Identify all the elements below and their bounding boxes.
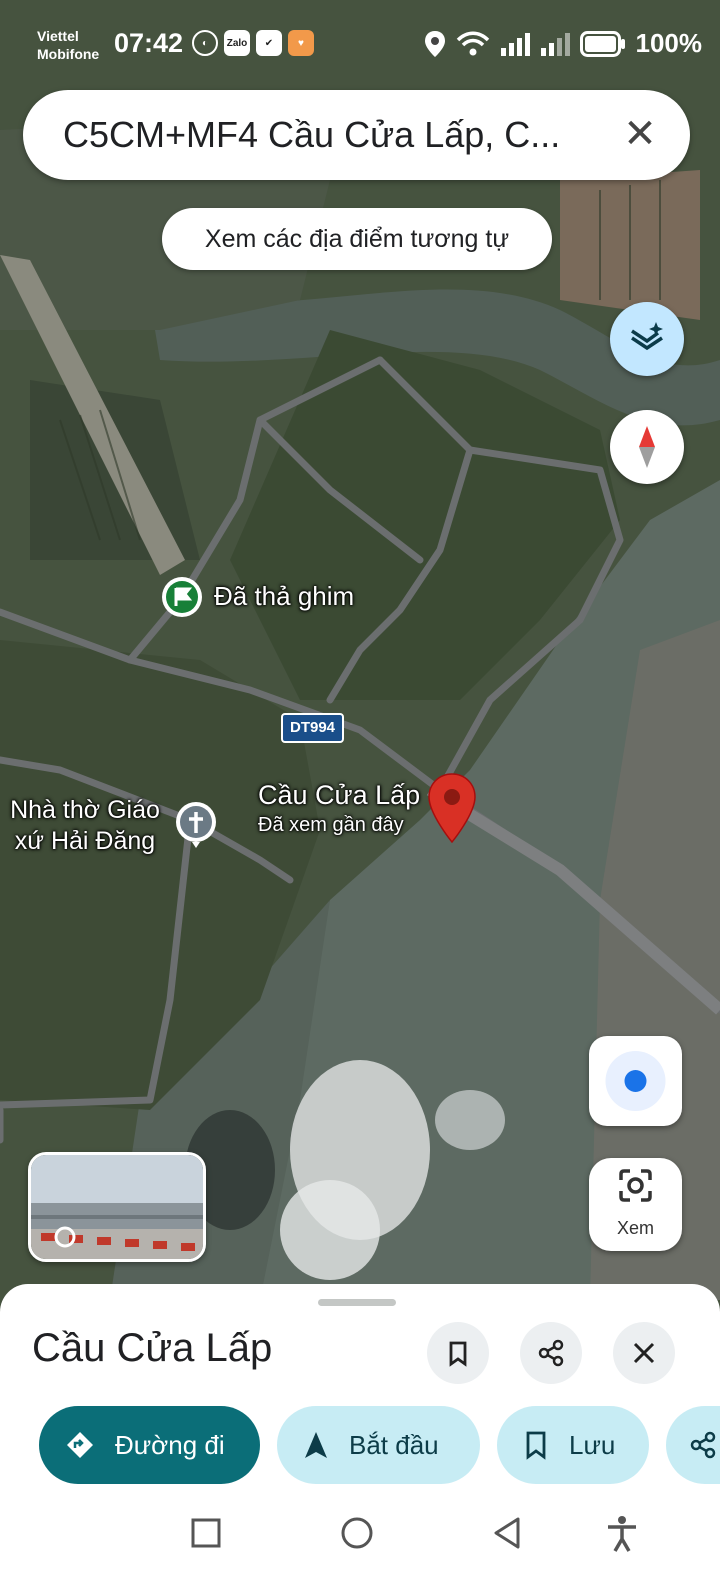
church-label[interactable]: Nhà thờ Giáo xứ Hải Đăng [0, 795, 170, 857]
bookmark-button[interactable] [427, 1322, 489, 1384]
signal-icon [500, 32, 530, 56]
share-button[interactable] [520, 1322, 582, 1384]
close-icon[interactable]: ✕ [618, 112, 662, 156]
church-marker[interactable] [174, 800, 218, 855]
place-label[interactable]: Cầu Cửa Lấp [258, 780, 420, 811]
status-bar: Viettel Mobifone 07:42 ◐ Zalo ✔ ♥ 100% [0, 0, 720, 86]
church-icon [176, 802, 216, 848]
compass-button[interactable] [610, 410, 684, 484]
place-sublabel: Đã xem gần đây [258, 814, 404, 836]
street-view-image [31, 1155, 203, 1259]
carrier-2: Mobifone [37, 46, 100, 62]
my-location-button[interactable] [589, 1036, 682, 1126]
layers-button[interactable] [610, 302, 684, 376]
recents-icon[interactable] [186, 1513, 226, 1553]
battery-icon [579, 30, 625, 57]
system-nav-bar [0, 1497, 720, 1584]
save-button[interactable]: Lưu [497, 1406, 649, 1484]
check-icon: ✔ [256, 30, 282, 56]
close-icon [633, 1342, 655, 1364]
signal-icon-2 [540, 32, 570, 56]
wifi-icon [456, 31, 489, 55]
drag-handle[interactable] [318, 1299, 396, 1306]
sync-icon: ◐ [192, 30, 218, 56]
save-label: Lưu [569, 1429, 616, 1460]
bookmark-icon [449, 1341, 467, 1367]
location-icon [424, 30, 445, 57]
heart-icon: ♥ [288, 30, 314, 56]
dropped-pin-label[interactable]: Đã thả ghim [214, 581, 354, 612]
layers-icon [631, 322, 663, 351]
church-label-line1: Nhà thờ Giáo [10, 796, 160, 824]
zalo-icon: Zalo [224, 30, 250, 56]
pin-icon [428, 773, 476, 844]
status-right: 100% [424, 28, 703, 59]
search-query[interactable]: C5CM+MF4 Cầu Cửa Lấp, C... [63, 114, 593, 156]
camera-icon [619, 1169, 652, 1202]
flag-icon [162, 577, 202, 617]
start-label: Bắt đầu [349, 1429, 439, 1460]
similar-places-chip[interactable]: Xem các địa điểm tương tự [162, 208, 552, 270]
lens-label: Xem [616, 1218, 654, 1238]
close-sheet-button[interactable] [613, 1322, 675, 1384]
my-location-icon [605, 1051, 666, 1111]
back-icon[interactable] [488, 1513, 528, 1553]
battery-percent: 100% [635, 28, 703, 58]
accessibility-icon[interactable] [602, 1513, 642, 1553]
share-pill-button[interactable] [666, 1406, 720, 1484]
directions-icon [65, 1430, 95, 1460]
road-shield: DT994 [281, 713, 344, 743]
navigation-arrow-icon [303, 1430, 329, 1460]
carrier-labels: Viettel Mobifone [37, 27, 99, 63]
street-view-thumbnail[interactable] [28, 1152, 206, 1262]
start-button[interactable]: Bắt đầu [277, 1406, 480, 1484]
church-label-line2: xứ Hải Đăng [14, 827, 156, 855]
home-icon[interactable] [337, 1513, 377, 1553]
dropped-pin-marker[interactable] [160, 575, 204, 624]
directions-button[interactable]: Đường đi [39, 1406, 260, 1484]
notification-icons: ◐ Zalo ✔ ♥ [192, 30, 314, 56]
share-icon [538, 1339, 564, 1367]
search-bar[interactable]: C5CM+MF4 Cầu Cửa Lấp, C... ✕ [23, 90, 690, 180]
share-icon [688, 1430, 718, 1460]
place-pin[interactable] [427, 772, 477, 849]
carrier-1: Viettel [37, 28, 79, 44]
place-title: Cầu Cửa Lấp [32, 1326, 273, 1370]
clock: 07:42 [114, 28, 184, 58]
directions-label: Đường đi [115, 1429, 225, 1460]
compass-icon [639, 426, 655, 468]
bookmark-icon [523, 1430, 549, 1460]
lens-button[interactable]: Xem [589, 1158, 682, 1251]
